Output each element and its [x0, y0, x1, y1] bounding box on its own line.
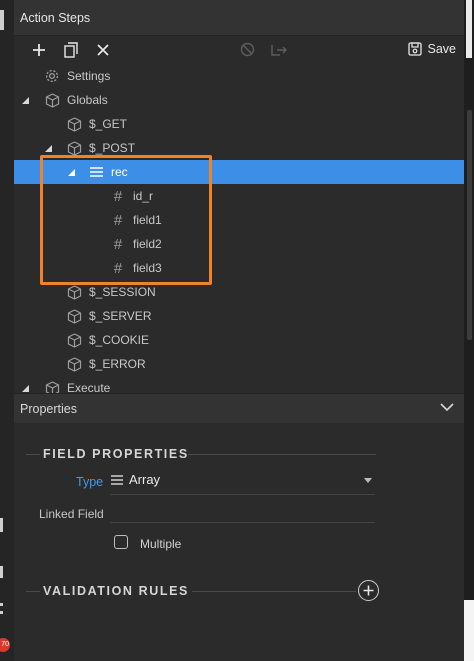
array-icon: [111, 474, 123, 485]
close-icon: [97, 43, 109, 56]
tree-scrollbar[interactable]: [467, 110, 472, 340]
export-step-button[interactable]: [266, 39, 292, 61]
tree-item-label: $_COOKIE: [89, 333, 150, 347]
expand-caret-icon[interactable]: [22, 385, 29, 392]
tree-item-cookie[interactable]: $_COOKIE: [14, 328, 464, 352]
chevron-down-icon[interactable]: [440, 403, 454, 412]
hash-icon: #: [113, 211, 123, 229]
cube-icon: [66, 116, 82, 132]
cube-icon: [44, 92, 60, 108]
properties-title: Properties: [20, 401, 77, 416]
tree-item-label: field3: [133, 261, 162, 275]
linked-field-input[interactable]: [110, 522, 375, 523]
cube-icon: [66, 140, 82, 156]
expand-caret-icon[interactable]: [45, 145, 52, 152]
tree-item-field1[interactable]: # field1: [14, 208, 464, 232]
copy-icon: [63, 41, 78, 58]
hash-icon: #: [113, 259, 123, 277]
field-underline: [110, 494, 375, 495]
type-value: Array: [129, 472, 161, 487]
strip-glyph: [0, 611, 3, 614]
left-activity-strip: 70: [0, 0, 14, 661]
tree-item-label: $_POST: [89, 141, 136, 155]
tree-item-label: $_SERVER: [89, 309, 152, 323]
tree-item-session[interactable]: $_SESSION: [14, 280, 464, 304]
save-button[interactable]: Save: [407, 38, 457, 60]
right-edge: [464, 0, 474, 661]
tree-item-label: rec: [111, 165, 128, 179]
section-title-validation-rules: VALIDATION RULES: [43, 584, 189, 598]
tree-item-post[interactable]: $_POST: [14, 136, 464, 160]
dropdown-arrow-icon[interactable]: [364, 478, 372, 483]
divider: [26, 591, 40, 592]
strip-glyph: [0, 603, 3, 606]
tree-item-label: field2: [133, 237, 162, 251]
save-label: Save: [427, 42, 457, 56]
multiple-checkbox[interactable]: [114, 535, 128, 549]
background-edge: [466, 0, 472, 58]
strip-glyph: [0, 10, 4, 30]
divider: [188, 454, 376, 455]
tree-item-execute[interactable]: Execute: [14, 376, 464, 393]
action-tree: Settings Globals $_GET $_POST rec # id_r…: [14, 63, 464, 393]
expand-caret-icon[interactable]: [68, 169, 75, 176]
disable-icon: [240, 42, 254, 57]
tree-item-id-r[interactable]: # id_r: [14, 184, 464, 208]
properties-header[interactable]: Properties: [14, 393, 464, 423]
tree-item-label: field1: [133, 213, 162, 227]
tree-item-rec[interactable]: rec: [14, 160, 464, 184]
cube-icon: [66, 308, 82, 324]
notification-badge: 70: [0, 638, 10, 652]
background-edge: [464, 600, 474, 661]
panel-title: Action Steps: [20, 10, 91, 25]
divider: [26, 454, 40, 455]
divider: [192, 591, 356, 592]
section-title-field-properties: FIELD PROPERTIES: [43, 447, 189, 461]
toolbar: Save: [14, 36, 464, 63]
cube-icon: [66, 332, 82, 348]
tree-item-label: id_r: [133, 189, 154, 203]
cube-icon: [66, 356, 82, 372]
tree-item-field2[interactable]: # field2: [14, 232, 464, 256]
tree-item-field3[interactable]: # field3: [14, 256, 464, 280]
action-steps-panel: Action Steps Save Settings Globals $_GET…: [14, 0, 464, 661]
save-icon: [407, 42, 422, 56]
multiple-label: Multiple: [140, 537, 182, 551]
strip-glyph: [0, 518, 3, 532]
hash-icon: #: [113, 187, 123, 205]
tree-item-error[interactable]: $_ERROR: [14, 352, 464, 376]
plus-icon: [363, 585, 374, 596]
add-step-button[interactable]: [26, 39, 52, 61]
tree-item-settings[interactable]: Settings: [14, 64, 464, 88]
cube-icon: [66, 284, 82, 300]
tree-item-label: Settings: [67, 69, 111, 83]
duplicate-step-button[interactable]: [58, 39, 84, 61]
export-icon: [271, 44, 287, 56]
disable-step-button[interactable]: [234, 39, 260, 61]
hash-icon: #: [113, 235, 123, 253]
tree-item-globals[interactable]: Globals: [14, 88, 464, 112]
add-validation-rule-button[interactable]: [358, 580, 379, 601]
gear-icon: [44, 68, 60, 84]
type-select[interactable]: Array: [110, 472, 160, 487]
tree-item-label: Globals: [67, 93, 108, 107]
array-icon: [88, 164, 104, 180]
panel-header: Action Steps: [14, 0, 464, 36]
plus-icon: [33, 43, 45, 56]
tree-item-label: $_SESSION: [89, 285, 156, 299]
expand-caret-icon[interactable]: [22, 97, 29, 104]
cube-icon: [44, 380, 60, 393]
tree-item-server[interactable]: $_SERVER: [14, 304, 464, 328]
linked-field-label: Linked Field: [39, 507, 104, 521]
delete-step-button[interactable]: [90, 39, 116, 61]
type-label: Type: [76, 475, 104, 489]
tree-item-get[interactable]: $_GET: [14, 112, 464, 136]
tree-item-label: Execute: [67, 381, 111, 393]
tree-item-label: $_GET: [89, 117, 128, 131]
tree-item-label: $_ERROR: [89, 357, 146, 371]
strip-glyph: [0, 566, 3, 578]
